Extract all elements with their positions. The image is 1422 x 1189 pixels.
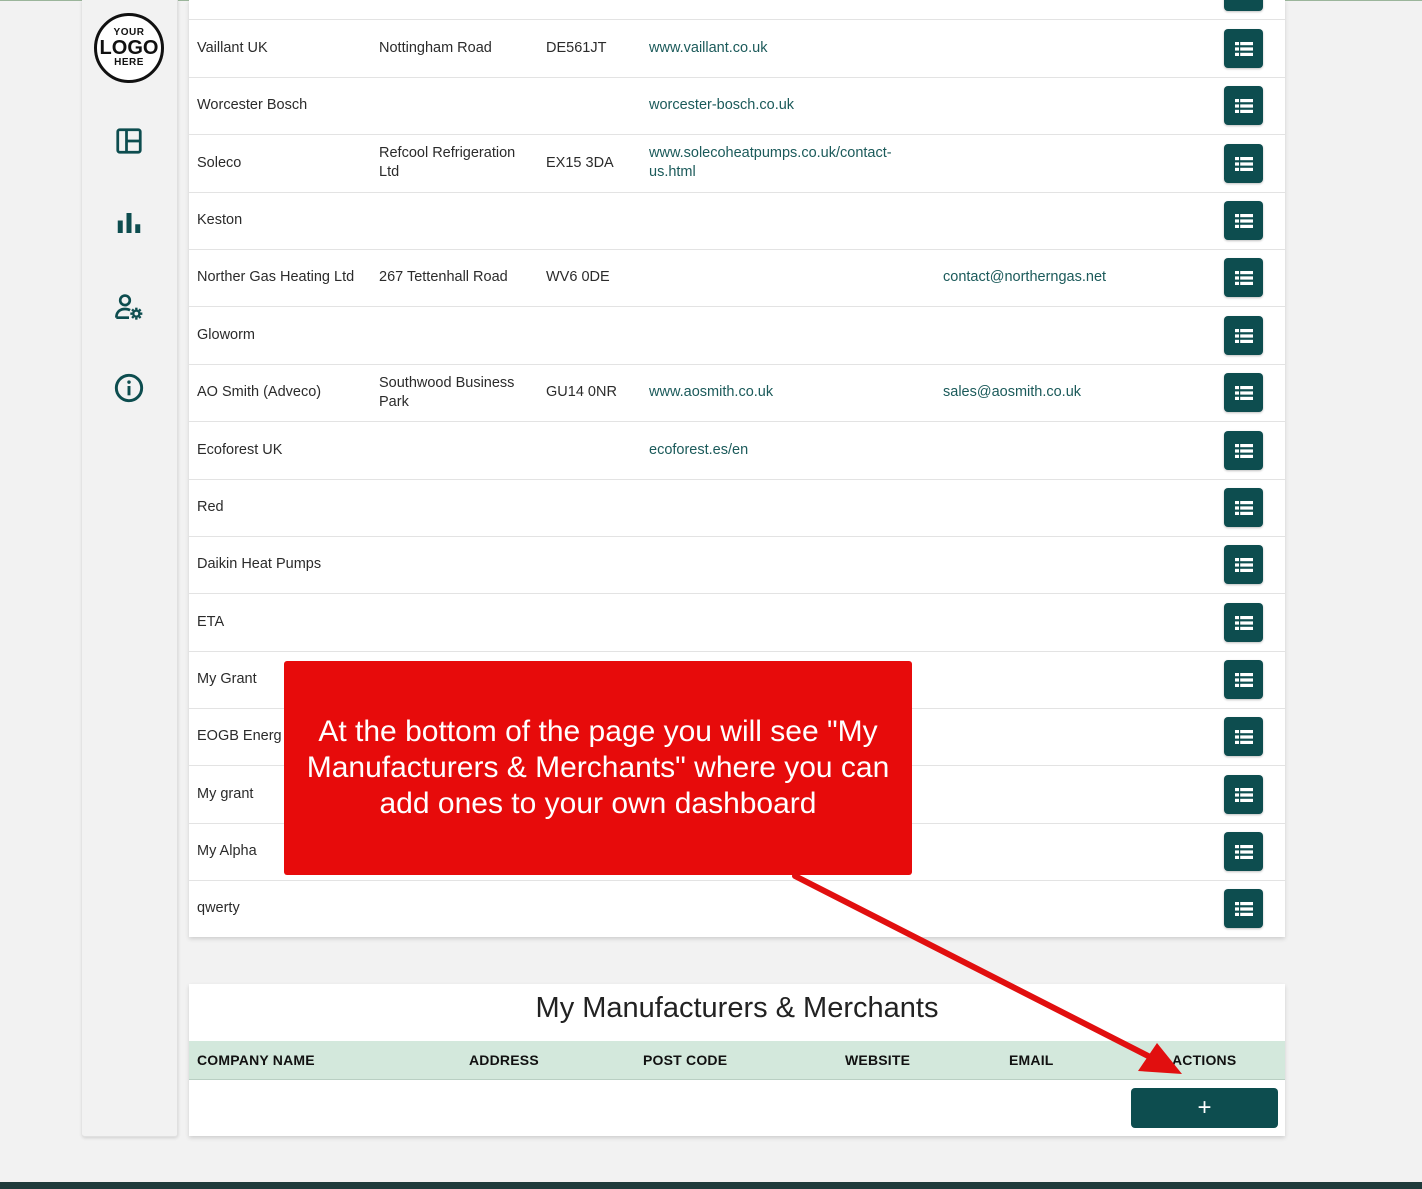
- annotation-arrow: [792, 873, 1182, 1074]
- footer-bar: [0, 1182, 1422, 1189]
